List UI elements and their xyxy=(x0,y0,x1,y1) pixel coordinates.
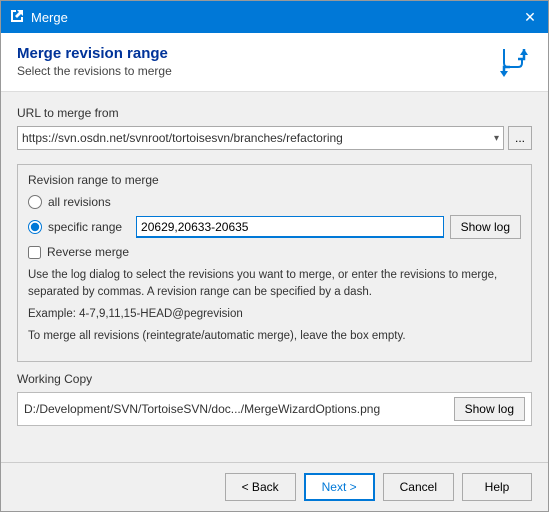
reverse-merge-checkbox[interactable] xyxy=(28,246,41,259)
content: URL to merge from https://svn.osdn.net/s… xyxy=(1,92,548,462)
close-button[interactable]: ✕ xyxy=(520,7,540,27)
back-button[interactable]: < Back xyxy=(225,473,296,501)
show-log-button[interactable]: Show log xyxy=(450,215,521,239)
url-combo[interactable]: https://svn.osdn.net/svnroot/tortoisesvn… xyxy=(17,126,504,150)
reverse-merge-row: Reverse merge xyxy=(28,245,521,259)
info-text: Use the log dialog to select the revisio… xyxy=(28,267,521,302)
header-titles: Merge revision range Select the revision… xyxy=(17,45,172,78)
specific-range-row: specific range Show log xyxy=(28,215,521,239)
title-bar-left: Merge xyxy=(9,8,68,27)
header-section: Merge revision range Select the revision… xyxy=(1,33,548,92)
url-value: https://svn.osdn.net/svnroot/tortoisesvn… xyxy=(22,131,343,145)
window-title: Merge xyxy=(31,10,68,25)
specific-range-radio[interactable] xyxy=(28,220,42,234)
all-revisions-label[interactable]: all revisions xyxy=(48,195,111,209)
group-title: Revision range to merge xyxy=(28,173,521,187)
all-revisions-radio[interactable] xyxy=(28,195,42,209)
example-text: Example: 4-7,9,11,15-HEAD@pegrevision xyxy=(28,308,521,320)
range-input[interactable] xyxy=(136,216,444,238)
merge-window: Merge ✕ Merge revision range Select the … xyxy=(0,0,549,512)
title-bar: Merge ✕ xyxy=(1,1,548,33)
wc-show-log-button[interactable]: Show log xyxy=(454,397,525,421)
browse-button[interactable]: ... xyxy=(508,126,532,150)
wc-label: Working Copy xyxy=(17,372,532,386)
help-button[interactable]: Help xyxy=(462,473,532,501)
empty-note: To merge all revisions (reintegrate/auto… xyxy=(28,328,521,345)
combo-arrow-icon: ▾ xyxy=(494,133,499,144)
main-title: Merge revision range xyxy=(17,45,172,62)
title-bar-controls: ✕ xyxy=(520,7,540,27)
sub-title: Select the revisions to merge xyxy=(17,64,172,78)
working-copy-section: Working Copy D:/Development/SVN/Tortoise… xyxy=(17,372,532,426)
next-button[interactable]: Next > xyxy=(304,473,375,501)
window-title-icon xyxy=(9,8,25,27)
footer: < Back Next > Cancel Help xyxy=(1,462,548,511)
wc-row: D:/Development/SVN/TortoiseSVN/doc.../Me… xyxy=(17,392,532,426)
merge-icon xyxy=(496,45,532,81)
cancel-button[interactable]: Cancel xyxy=(383,473,454,501)
specific-range-label[interactable]: specific range xyxy=(48,220,122,234)
wc-path: D:/Development/SVN/TortoiseSVN/doc.../Me… xyxy=(24,402,448,416)
reverse-merge-label[interactable]: Reverse merge xyxy=(47,245,129,259)
url-row: https://svn.osdn.net/svnroot/tortoisesvn… xyxy=(17,126,532,150)
url-label: URL to merge from xyxy=(17,106,532,120)
all-revisions-row: all revisions xyxy=(28,195,521,209)
revision-group: Revision range to merge all revisions sp… xyxy=(17,164,532,362)
